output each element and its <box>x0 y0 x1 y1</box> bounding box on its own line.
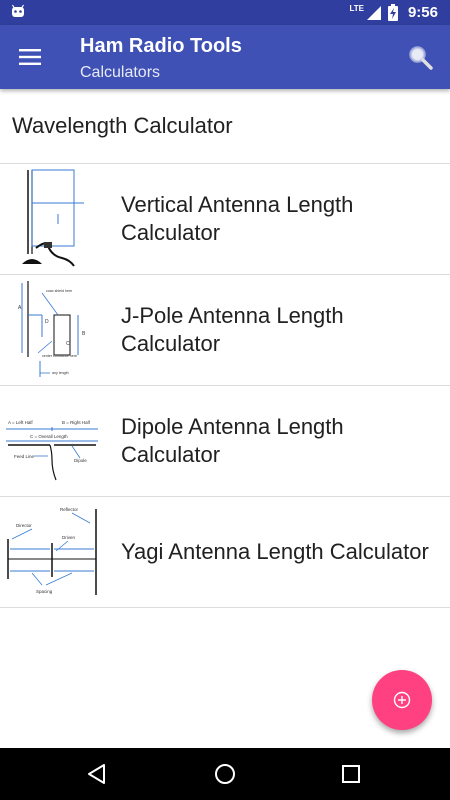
dipole-antenna-label: Dipole Antenna Length Calculator <box>121 414 344 467</box>
app-subtitle: Calculators <box>80 64 161 81</box>
add-circle-icon <box>393 691 411 709</box>
j-pole-antenna-diagram: A D B C coax shield here center conducto… <box>18 281 86 377</box>
android-notification-icon <box>11 4 25 17</box>
dipole-antenna-diagram: A = Left Half B = Right Half C = Overall… <box>6 420 98 481</box>
j-pole-antenna-item[interactable]: A D B C coax shield here center conducto… <box>0 275 450 386</box>
yagi-antenna-item[interactable]: Reflector Director Driven Spacing Yagi A… <box>0 497 450 608</box>
network-type-label: LTE <box>349 4 364 13</box>
dipole-right-text: B = Right Half <box>62 420 91 425</box>
jpole-coax-text: coax shield here <box>46 289 72 293</box>
app-title: Ham Radio Tools <box>80 35 242 57</box>
jpole-label-d: D <box>45 319 49 325</box>
dipole-dipole-text: Dipole <box>74 458 87 463</box>
app-bar: Ham Radio Tools Calculators <box>0 25 450 89</box>
j-pole-antenna-label: J-Pole Antenna Length Calculator <box>121 303 344 356</box>
jpole-label-b: B <box>82 331 86 337</box>
recents-icon <box>342 765 360 783</box>
search-icon <box>409 46 433 70</box>
yagi-antenna-label: Yagi Antenna Length Calculator <box>121 539 429 564</box>
recents-button[interactable] <box>338 761 364 787</box>
yagi-spacing-text: Spacing <box>36 589 53 594</box>
signal-icon <box>366 5 381 20</box>
hamburger-menu-icon <box>19 49 41 65</box>
status-bar: LTE 9:56 <box>0 0 450 25</box>
dipole-antenna-item[interactable]: A = Left Half B = Right Half C = Overall… <box>0 386 450 497</box>
back-button[interactable] <box>84 761 110 787</box>
navigation-bar <box>0 748 450 800</box>
clock: 9:56 <box>407 4 438 21</box>
add-fab[interactable] <box>372 670 432 730</box>
vertical-antenna-diagram <box>22 169 84 267</box>
jpole-center-text: center conductor here <box>42 354 77 358</box>
yagi-reflector-text: Reflector <box>60 507 79 512</box>
search-button[interactable] <box>404 41 436 73</box>
home-button[interactable] <box>212 761 238 787</box>
jpole-label-c: C <box>66 341 70 347</box>
home-icon <box>215 764 235 784</box>
yagi-director-text: Director <box>16 523 32 528</box>
jpole-any-text: any length <box>52 371 69 375</box>
dipole-feed-text: Feed Line <box>14 454 35 459</box>
menu-button[interactable] <box>14 41 46 73</box>
vertical-antenna-item[interactable]: Vertical Antenna Length Calculator <box>0 164 450 275</box>
battery-charging-icon <box>387 4 398 21</box>
dipole-left-text: A = Left Half <box>8 420 33 425</box>
yagi-driven-text: Driven <box>62 535 76 540</box>
wavelength-calculator-item[interactable]: Wavelength Calculator <box>0 89 450 164</box>
yagi-antenna-diagram: Reflector Director Driven Spacing <box>7 507 97 595</box>
wavelength-calculator-label: Wavelength Calculator <box>12 113 233 138</box>
back-icon <box>88 764 105 784</box>
dipole-overall-text: C = Overall Length <box>30 434 68 439</box>
vertical-antenna-label: Vertical Antenna Length Calculator <box>121 192 354 245</box>
jpole-label-a: A <box>18 305 22 311</box>
calculator-list: Wavelength Calculator Vertical Antenna L… <box>0 89 450 608</box>
